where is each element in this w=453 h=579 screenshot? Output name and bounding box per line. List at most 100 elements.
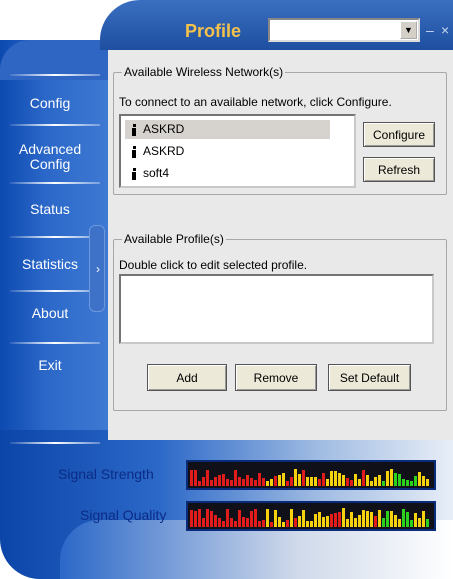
meter-bar — [190, 470, 193, 486]
meter-bar — [342, 475, 345, 486]
minimize-button[interactable]: – — [426, 22, 434, 38]
meter-bar — [254, 480, 257, 486]
meter-bar — [282, 522, 285, 527]
meter-bar — [198, 481, 201, 486]
meter-bar — [210, 511, 213, 527]
chevron-down-icon[interactable]: ▼ — [400, 21, 417, 39]
meter-bar — [334, 513, 337, 527]
meter-bar — [422, 476, 425, 486]
profile-list[interactable] — [119, 274, 434, 344]
meter-bar — [330, 514, 333, 527]
meter-bar — [390, 469, 393, 486]
meter-bar — [378, 510, 381, 527]
meter-bar — [366, 511, 369, 527]
meter-bar — [274, 510, 277, 527]
meter-bar — [322, 517, 325, 527]
meter-bar — [338, 512, 341, 527]
meter-bar — [334, 471, 337, 486]
meter-bar — [218, 475, 221, 486]
meter-bar — [246, 518, 249, 527]
meter-bar — [290, 477, 293, 486]
nav-status[interactable]: Status — [0, 202, 100, 217]
page-title: Profile — [185, 21, 242, 41]
meter-bar — [414, 476, 417, 486]
meter-bar — [294, 469, 297, 486]
meter-bar — [234, 521, 237, 527]
meter-bar — [262, 520, 265, 527]
meter-bar — [302, 510, 305, 527]
meter-bar — [194, 470, 197, 486]
meter-bar — [278, 475, 281, 486]
configure-button[interactable]: Configure — [363, 122, 435, 147]
meter-bar — [222, 474, 225, 486]
meter-bar — [206, 509, 209, 527]
list-item[interactable]: ASKRD — [125, 142, 184, 161]
wireless-networks-legend: Available Wireless Network(s) — [122, 65, 286, 79]
meter-bar — [190, 510, 193, 527]
meter-bar — [302, 470, 305, 486]
nav-divider — [10, 442, 100, 444]
meter-bar — [258, 521, 261, 527]
list-item[interactable]: ASKRD — [125, 120, 330, 139]
meter-bar — [202, 518, 205, 527]
meter-bar — [390, 511, 393, 527]
meter-bar — [286, 520, 289, 527]
nav-divider — [10, 74, 100, 76]
nav-divider — [10, 342, 100, 344]
meter-bar — [426, 479, 429, 486]
meter-bar — [306, 477, 309, 486]
meter-bar — [402, 509, 405, 527]
meter-bar — [398, 519, 401, 527]
chevron-right-icon[interactable]: › — [96, 262, 100, 276]
nav-divider — [10, 124, 100, 126]
remove-profile-button[interactable]: Remove — [235, 364, 317, 391]
close-button[interactable]: × — [441, 22, 449, 38]
meter-bar — [346, 478, 349, 486]
add-profile-button[interactable]: Add — [147, 364, 227, 391]
meter-bar — [314, 514, 317, 527]
meter-bar — [198, 509, 201, 527]
meter-bar — [322, 473, 325, 486]
meter-bar — [290, 509, 293, 527]
meter-bar — [298, 516, 301, 527]
meter-bar — [254, 509, 257, 527]
signal-user-icon — [131, 168, 137, 180]
meter-bar — [266, 481, 269, 486]
meter-bar — [422, 511, 425, 527]
nav-divider — [10, 182, 100, 184]
signal-strength-label: Signal Strength — [58, 466, 154, 482]
meter-bar — [338, 473, 341, 486]
nav-config[interactable]: Config — [0, 96, 100, 111]
list-item[interactable]: soft4 — [125, 164, 169, 183]
wireless-network-list[interactable]: ASKRD ASKRD soft4 — [119, 114, 356, 188]
meter-bar — [382, 481, 385, 486]
meter-bar — [270, 479, 273, 486]
wireless-utility-window: Profile ▼ – × Config Advanced Config Sta… — [0, 0, 453, 579]
profile-dropdown[interactable]: ▼ — [268, 18, 420, 42]
meter-bar — [294, 518, 297, 527]
meter-bar — [234, 470, 237, 486]
meter-bar — [226, 509, 229, 527]
meter-bar — [242, 517, 245, 527]
refresh-button[interactable]: Refresh — [363, 157, 435, 182]
meter-bar — [250, 478, 253, 486]
profiles-legend: Available Profile(s) — [122, 232, 226, 246]
meter-bar — [378, 475, 381, 486]
nav-divider — [10, 290, 100, 292]
meter-bar — [386, 511, 389, 527]
nav-advanced-config[interactable]: Advanced Config — [0, 142, 100, 172]
meter-bar — [266, 509, 269, 527]
set-default-button[interactable]: Set Default — [328, 364, 411, 391]
nav-about[interactable]: About — [0, 306, 100, 321]
nav-exit[interactable]: Exit — [0, 358, 100, 373]
meter-bar — [418, 518, 421, 527]
meter-bar — [202, 477, 205, 486]
meter-bar — [218, 518, 221, 527]
meter-bar — [238, 510, 241, 527]
meter-bar — [314, 477, 317, 486]
meter-bar — [362, 510, 365, 527]
nav-statistics[interactable]: Statistics — [0, 257, 100, 272]
meter-bar — [298, 474, 301, 486]
meter-bar — [246, 475, 249, 486]
signal-user-icon — [131, 124, 137, 136]
